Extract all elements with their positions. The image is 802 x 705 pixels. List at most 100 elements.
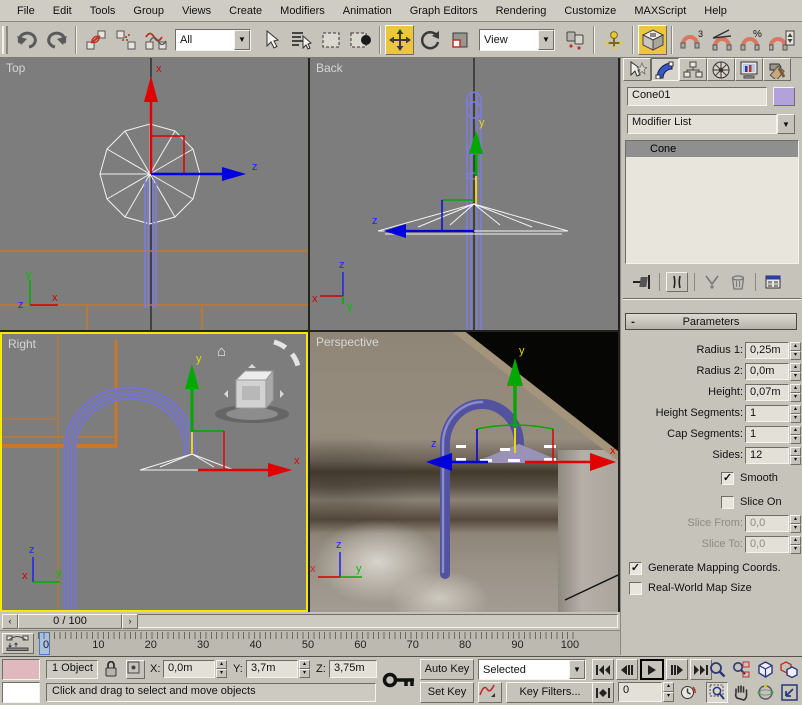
select-and-move-button[interactable] — [385, 25, 414, 55]
spinner-down-icon[interactable]: ▾ — [663, 692, 674, 702]
absolute-mode-transform-toggle[interactable] — [126, 660, 145, 679]
generate-mapping-checkbox[interactable]: ✓ — [629, 562, 642, 575]
spinner-up-icon[interactable]: ▴ — [216, 660, 227, 669]
keyboard-shortcut-override-button[interactable] — [638, 25, 667, 55]
next-frame-arrow[interactable]: › — [122, 614, 138, 629]
window-crossing-button[interactable] — [346, 25, 375, 55]
undo-button[interactable] — [12, 25, 41, 55]
height-segments-spinner[interactable]: ▴▾ — [790, 405, 801, 422]
go-to-start-button[interactable] — [592, 659, 614, 680]
height-spinner[interactable]: ▴▾ — [790, 384, 801, 401]
spinner-down-icon[interactable]: ▾ — [790, 351, 801, 360]
select-by-name-button[interactable] — [286, 25, 315, 55]
selection-filter-dropdown[interactable]: All ▼ — [175, 29, 251, 51]
arc-rotate-button[interactable] — [754, 682, 776, 703]
maxscript-macro-recorder[interactable] — [2, 659, 40, 680]
key-filters-button[interactable]: Key Filters... — [506, 682, 594, 703]
spinner-up-icon[interactable]: ▴ — [663, 682, 674, 692]
spinner-down-icon[interactable]: ▾ — [790, 414, 801, 423]
play-animation-button[interactable] — [640, 659, 664, 680]
spinner-up-icon[interactable]: ▴ — [790, 342, 801, 351]
frame-spinner[interactable]: ▴▾ — [663, 682, 674, 702]
tab-utilities[interactable] — [763, 58, 791, 81]
show-end-result-button[interactable] — [666, 272, 688, 292]
menu-rendering[interactable]: Rendering — [487, 2, 556, 20]
height-segments-field[interactable]: 1 — [745, 405, 789, 422]
spinner-snap-toggle-button[interactable] — [767, 25, 796, 55]
spinner-down-icon[interactable]: ▾ — [790, 393, 801, 402]
next-frame-button[interactable] — [666, 659, 688, 680]
viewport-back[interactable]: y z z x y Back — [310, 58, 618, 330]
menu-modifiers[interactable]: Modifiers — [271, 2, 334, 20]
x-spinner[interactable]: ▴▾ — [216, 660, 227, 678]
zoom-extents-all-button[interactable] — [778, 659, 800, 680]
spinner-up-icon[interactable]: ▴ — [299, 660, 310, 669]
tab-display[interactable] — [735, 58, 763, 81]
toolbar-drag-handle[interactable] — [2, 26, 8, 54]
sides-spinner[interactable]: ▴▾ — [790, 447, 801, 464]
menu-customize[interactable]: Customize — [555, 2, 625, 20]
menu-maxscript[interactable]: MAXScript — [625, 2, 695, 20]
spinner-down-icon[interactable]: ▾ — [216, 669, 227, 678]
slice-on-checkbox[interactable] — [721, 496, 734, 509]
menu-tools[interactable]: Tools — [81, 2, 125, 20]
spinner-up-icon[interactable]: ▴ — [790, 426, 801, 435]
set-key-button[interactable]: Set Key — [420, 682, 474, 703]
menu-file[interactable]: File — [8, 2, 44, 20]
tab-create[interactable] — [623, 58, 651, 81]
time-configuration-button[interactable] — [676, 682, 698, 703]
dropdown-arrow-icon[interactable]: ▼ — [569, 660, 585, 679]
angle-snap-toggle-button[interactable] — [707, 25, 736, 55]
object-name-field[interactable]: Cone01 — [627, 87, 767, 106]
viewport-perspective[interactable]: y z x z x y Perspective — [310, 332, 618, 612]
viewport-right-label[interactable]: Right — [8, 337, 36, 351]
select-and-link-button[interactable] — [81, 25, 110, 55]
radius2-spinner[interactable]: ▴▾ — [790, 363, 801, 380]
radius1-spinner[interactable]: ▴▾ — [790, 342, 801, 359]
cap-segments-spinner[interactable]: ▴▾ — [790, 426, 801, 443]
auto-key-button[interactable]: Auto Key — [420, 659, 474, 680]
zoom-all-button[interactable] — [730, 659, 752, 680]
dropdown-arrow-icon[interactable]: ▼ — [538, 30, 554, 50]
menu-help[interactable]: Help — [695, 2, 736, 20]
spinner-down-icon[interactable]: ▾ — [790, 456, 801, 465]
menu-group[interactable]: Group — [124, 2, 173, 20]
reference-coordinate-system-dropdown[interactable]: View ▼ — [479, 29, 555, 51]
open-mini-curve-editor-button[interactable] — [2, 633, 34, 654]
spinner-down-icon[interactable]: ▾ — [790, 372, 801, 381]
viewport-right[interactable]: ⌂ y — [0, 332, 308, 612]
menu-create[interactable]: Create — [220, 2, 271, 20]
zoom-extents-button[interactable] — [754, 659, 776, 680]
real-world-checkbox[interactable] — [629, 582, 642, 595]
tab-motion[interactable] — [707, 58, 735, 81]
x-coordinate-field[interactable]: 0,0m — [163, 660, 215, 678]
spinner-up-icon[interactable]: ▴ — [790, 447, 801, 456]
use-pivot-point-center-button[interactable] — [560, 25, 589, 55]
tab-hierarchy[interactable] — [679, 58, 707, 81]
spinner-up-icon[interactable]: ▴ — [790, 405, 801, 414]
move-gizmo[interactable]: x z — [144, 63, 258, 181]
percent-snap-toggle-button[interactable]: % — [737, 25, 766, 55]
viewport-top-label[interactable]: Top — [6, 61, 25, 75]
radius1-field[interactable]: 0,25m — [745, 342, 789, 359]
maxscript-mini-listener[interactable] — [2, 682, 40, 703]
pan-view-button[interactable] — [730, 682, 752, 703]
viewcube[interactable]: ⌂ — [215, 342, 298, 423]
snaps-toggle-button[interactable]: 3 — [677, 25, 706, 55]
key-mode-dropdown[interactable]: Selected ▼ — [478, 659, 586, 680]
maximize-viewport-toggle-button[interactable] — [778, 682, 800, 703]
key-mode-toggle-button[interactable] — [592, 682, 614, 703]
select-object-button[interactable] — [256, 25, 285, 55]
object-color-swatch[interactable] — [773, 87, 795, 106]
y-spinner[interactable]: ▴▾ — [299, 660, 310, 678]
spinner-up-icon[interactable]: ▴ — [790, 384, 801, 393]
current-frame-field[interactable]: 0 — [618, 682, 662, 702]
dropdown-arrow-icon[interactable]: ▼ — [234, 30, 250, 50]
dropdown-arrow-icon[interactable]: ▼ — [777, 114, 795, 134]
redo-button[interactable] — [42, 25, 71, 55]
modifier-stack[interactable]: Cone — [625, 140, 799, 264]
modifier-list-dropdown[interactable]: Modifier List ▼ — [627, 114, 795, 134]
configure-modifier-sets-button[interactable] — [762, 272, 784, 292]
default-in-out-tangents-button[interactable] — [478, 682, 502, 703]
cap-segments-field[interactable]: 1 — [745, 426, 789, 443]
